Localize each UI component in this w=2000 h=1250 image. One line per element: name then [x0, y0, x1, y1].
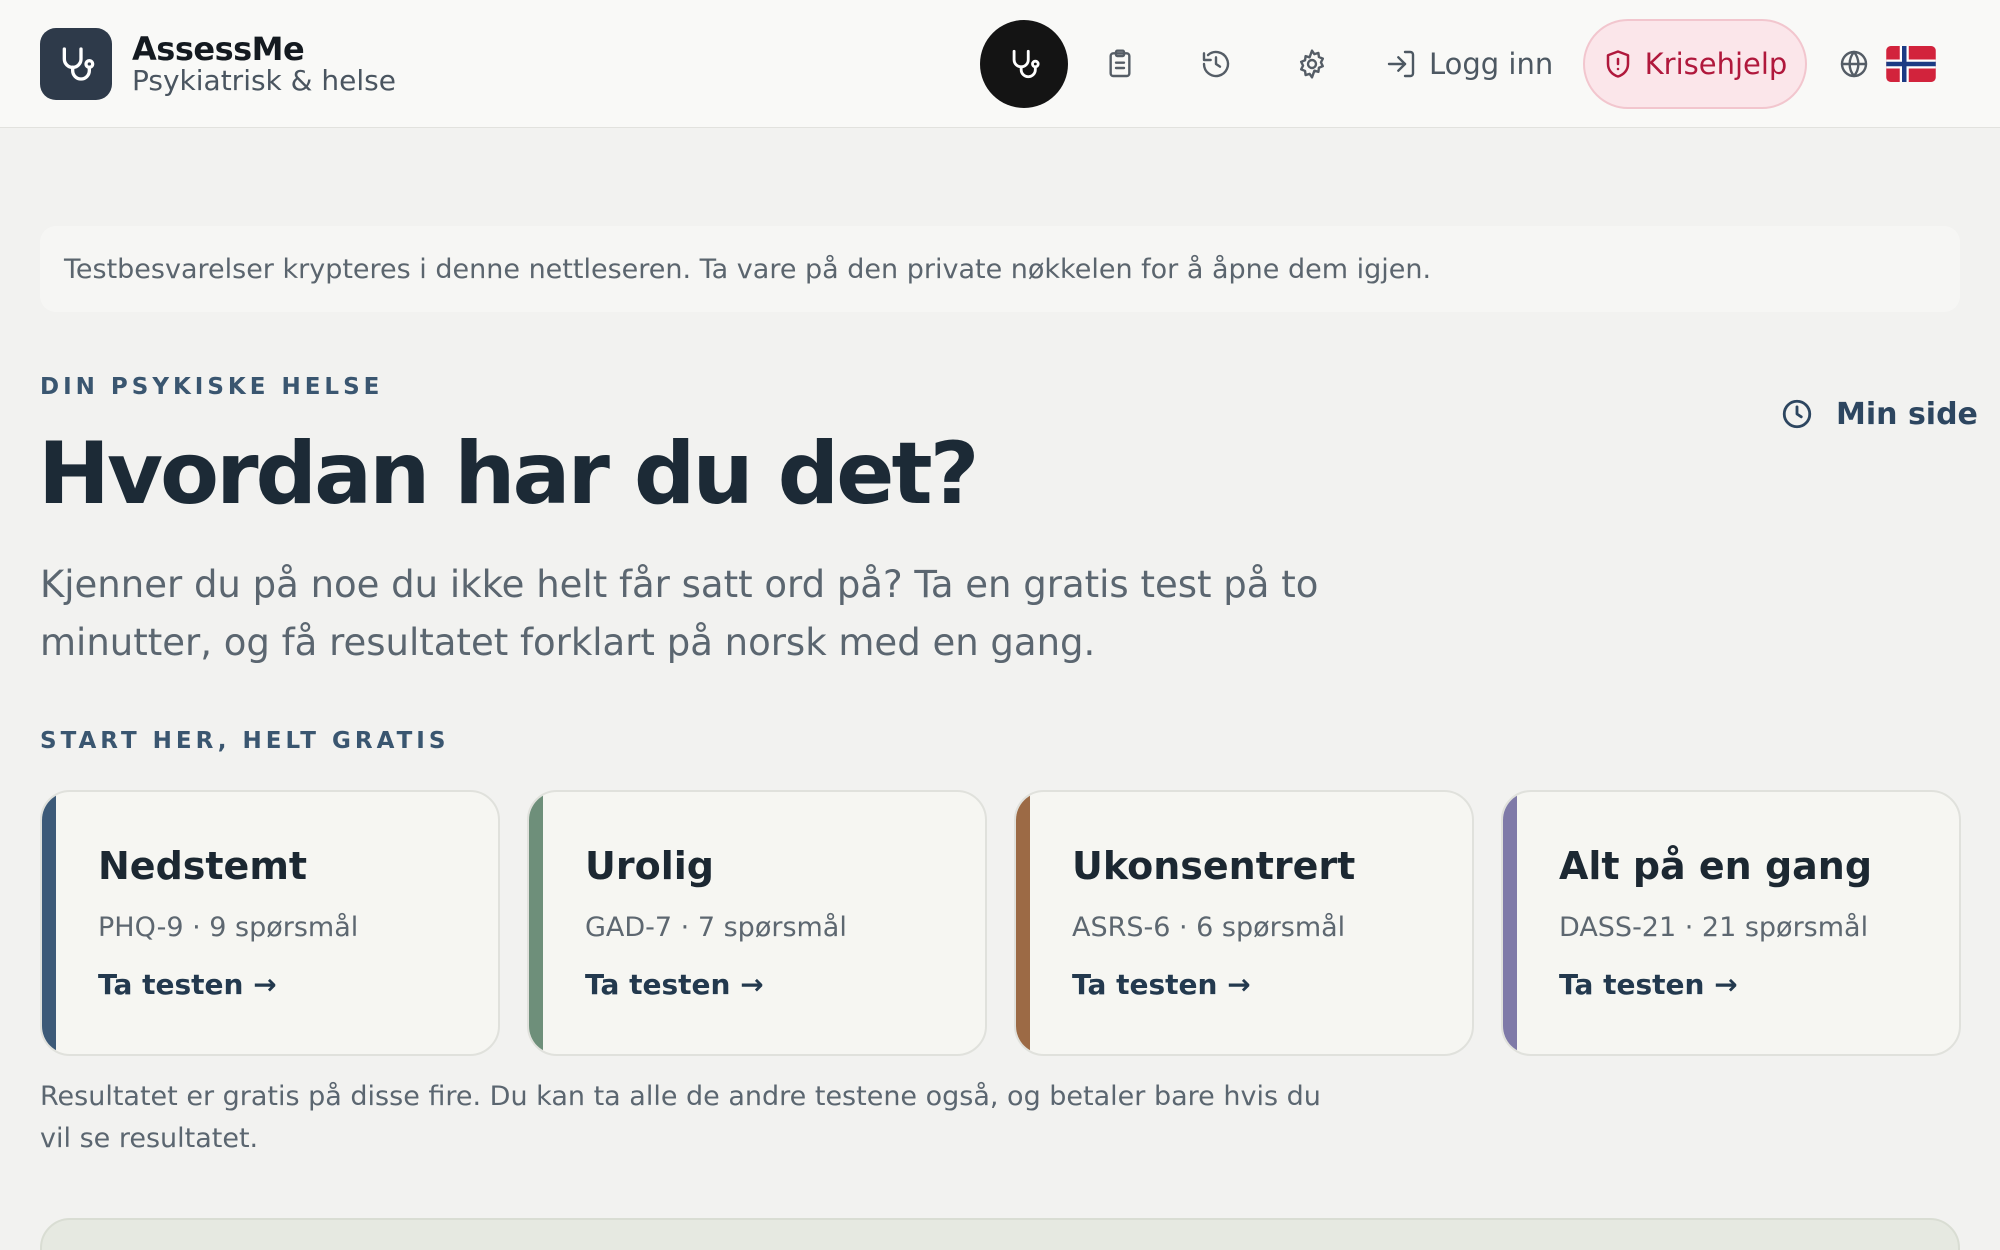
brand-subtitle: Psykiatrisk & helse [132, 64, 396, 97]
crisis-label: Krisehjelp [1644, 47, 1788, 81]
card-accent [1503, 792, 1517, 1054]
page-title: Hvordan har du det? [38, 424, 980, 524]
take-test-link[interactable]: Ta testen → [1072, 968, 1251, 1001]
next-section-panel [40, 1218, 1960, 1250]
shield-alert-icon [1606, 50, 1629, 78]
card-accent [529, 792, 543, 1054]
globe-icon [1840, 50, 1868, 78]
card-accent [42, 792, 56, 1054]
login-icon [1387, 50, 1415, 78]
stethoscope-icon [1012, 49, 1040, 79]
norway-flag-icon [1886, 46, 1936, 82]
card-title: Nedstemt [98, 844, 308, 888]
test-card-urolig[interactable]: Urolig GAD-7 · 7 spørsmål Ta testen → [527, 790, 987, 1056]
tests-eyebrow: START HER, HELT GRATIS [40, 728, 450, 754]
take-test-link[interactable]: Ta testen → [1559, 968, 1738, 1001]
test-card-alt-pa-en-gang[interactable]: Alt på en gang DASS-21 · 21 spørsmål Ta … [1501, 790, 1961, 1056]
test-card-ukonsentrert[interactable]: Ukonsentrert ASRS-6 · 6 spørsmål Ta test… [1014, 790, 1474, 1056]
nav-history-button[interactable] [1192, 40, 1240, 88]
clipboard-icon [1109, 49, 1131, 78]
card-title: Urolig [585, 844, 714, 888]
logo[interactable] [40, 28, 112, 100]
card-meta: GAD-7 · 7 spørsmål [585, 912, 847, 943]
take-test-link[interactable]: Ta testen → [585, 968, 764, 1001]
card-meta: PHQ-9 · 9 spørsmål [98, 912, 359, 943]
take-test-link[interactable]: Ta testen → [98, 968, 277, 1001]
notice-text: Testbesvarelser krypteres i denne nettle… [64, 253, 1432, 285]
free-tests-footnote: Resultatet er gratis på disse fire. Du k… [40, 1081, 1321, 1154]
card-meta: ASRS-6 · 6 spørsmål [1072, 912, 1346, 943]
nav-clipboard-button[interactable] [1096, 40, 1144, 88]
encryption-notice: Testbesvarelser krypteres i denne nettle… [40, 226, 1960, 312]
login-label: Logg inn [1429, 47, 1554, 81]
nav-settings-button[interactable] [1288, 40, 1336, 88]
crisis-help-button[interactable]: Krisehjelp [1583, 19, 1807, 109]
nav-tests-button[interactable] [980, 20, 1068, 108]
clock-icon [1782, 399, 1812, 429]
stethoscope-icon [62, 47, 95, 81]
section-eyebrow: DIN PSYKISKE HELSE [40, 374, 384, 400]
my-page-link[interactable]: Min side [1780, 390, 1978, 438]
card-title: Ukonsentrert [1072, 844, 1356, 888]
history-icon [1202, 50, 1230, 78]
intro-text: Kjenner du på noe du ikke helt får satt … [40, 563, 1319, 664]
my-page-label: Min side [1836, 396, 1978, 432]
test-card-nedstemt[interactable]: Nedstemt PHQ-9 · 9 spørsmål Ta testen → [40, 790, 500, 1056]
language-selector[interactable] [1838, 40, 1936, 88]
top-header: AssessMe Psykiatrisk & helse Logg inn Kr… [0, 0, 2000, 128]
card-title: Alt på en gang [1559, 844, 1873, 888]
brand-name: AssessMe [132, 30, 305, 68]
card-accent [1016, 792, 1030, 1054]
login-button[interactable]: Logg inn [1385, 36, 1553, 92]
card-meta: DASS-21 · 21 spørsmål [1559, 912, 1869, 943]
gear-icon [1300, 49, 1324, 79]
